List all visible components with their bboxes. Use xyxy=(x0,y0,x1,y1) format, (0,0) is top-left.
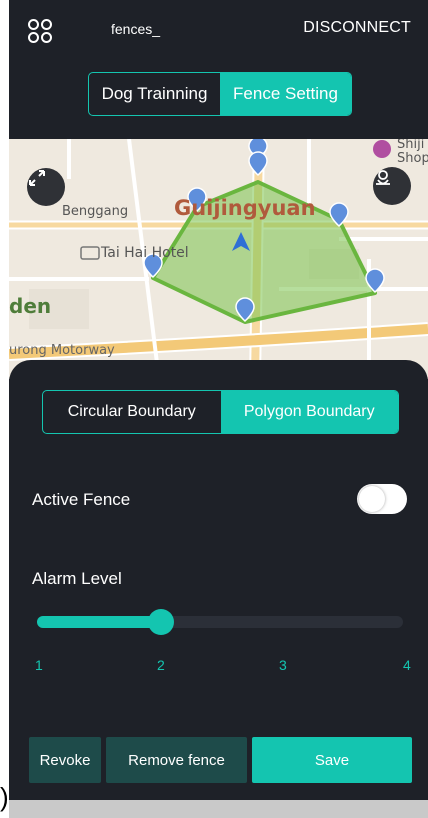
remove-fence-button[interactable]: Remove fence xyxy=(106,737,247,783)
location-pin-icon xyxy=(376,170,390,185)
device-name: fences_ xyxy=(111,21,161,37)
app-screen: fences_ DISCONNECT Dog Trainning Fence S… xyxy=(9,0,428,818)
tick-label: 3 xyxy=(279,657,287,673)
fence-settings-panel: Circular Boundary Polygon Boundary Activ… xyxy=(9,360,428,800)
edge-glyph: ) xyxy=(0,782,9,812)
slider-thumb[interactable] xyxy=(147,609,174,635)
save-button[interactable]: Save xyxy=(252,737,412,783)
boundary-tabs: Circular Boundary Polygon Boundary xyxy=(42,390,399,434)
revoke-button[interactable]: Revoke xyxy=(29,737,101,783)
tab-fence-setting[interactable]: Fence Setting xyxy=(220,73,351,115)
map-label-area: Benggang xyxy=(62,204,129,219)
map-label-hotel: Tai Hai Hotel xyxy=(101,245,189,261)
grid-circles-icon[interactable] xyxy=(27,18,53,44)
map-label-shop-2: Shop xyxy=(397,151,428,166)
slider-fill xyxy=(37,616,161,628)
tick-label: 2 xyxy=(157,657,165,673)
disconnect-button[interactable]: DISCONNECT xyxy=(303,19,411,37)
mode-tabs: Dog Trainning Fence Setting xyxy=(88,72,352,116)
alarm-level-slider[interactable] xyxy=(37,616,403,628)
alarm-level-label: Alarm Level xyxy=(32,569,122,588)
top-bar: fences_ DISCONNECT xyxy=(9,0,428,60)
tab-polygon-boundary[interactable]: Polygon Boundary xyxy=(220,391,398,433)
locate-button[interactable] xyxy=(373,167,411,205)
map-label-road: urong Motorway xyxy=(9,343,115,358)
tick-label: 1 xyxy=(35,657,43,673)
bottom-strip xyxy=(9,800,428,818)
tick-label: 4 xyxy=(403,657,411,673)
tab-dog-training[interactable]: Dog Trainning xyxy=(89,73,220,115)
toggle-knob xyxy=(359,486,385,512)
active-fence-label: Active Fence xyxy=(32,490,131,509)
active-fence-toggle[interactable] xyxy=(357,484,407,514)
map-label-garden: den xyxy=(9,294,52,318)
map-view[interactable]: Guijingyuan Benggang Tai Hai Hotel den u… xyxy=(9,139,428,379)
tab-circular-boundary[interactable]: Circular Boundary xyxy=(43,391,221,433)
expand-icon xyxy=(29,170,45,186)
map-label-district: Guijingyuan xyxy=(174,196,316,220)
expand-map-button[interactable] xyxy=(27,168,65,206)
